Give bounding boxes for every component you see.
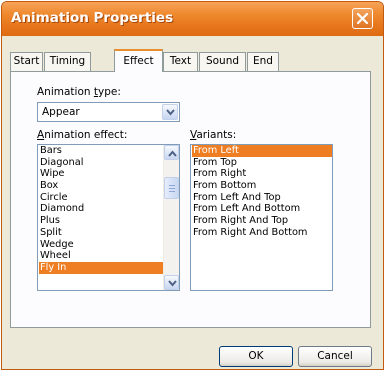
list-item[interactable]: Wedge xyxy=(39,239,164,251)
list-item[interactable]: From Bottom xyxy=(192,180,332,192)
title-bar[interactable]: Animation Properties xyxy=(2,2,383,36)
vertical-scrollbar[interactable] xyxy=(163,145,179,290)
scroll-up-button[interactable] xyxy=(164,145,179,160)
ok-button[interactable]: OK xyxy=(219,346,293,367)
variants-list[interactable]: From Left From Top From Right From Botto… xyxy=(190,144,333,291)
list-item[interactable]: From Right And Bottom xyxy=(192,227,332,239)
list-item[interactable]: Wheel xyxy=(39,250,164,262)
list-item[interactable]: Bars xyxy=(39,145,164,157)
scroll-down-button[interactable] xyxy=(164,275,179,290)
dropdown-button[interactable] xyxy=(162,104,178,120)
close-icon xyxy=(356,12,369,25)
animation-type-value: Appear xyxy=(42,106,80,118)
list-item[interactable]: Box xyxy=(39,180,164,192)
list-item[interactable]: Circle xyxy=(39,192,164,204)
chevron-down-icon xyxy=(168,280,177,287)
list-item[interactable]: Diagonal xyxy=(39,157,164,169)
tab-end[interactable]: End xyxy=(247,52,279,71)
cancel-button[interactable]: Cancel xyxy=(298,346,372,367)
tab-sound[interactable]: Sound xyxy=(199,52,246,71)
close-button[interactable] xyxy=(352,8,373,29)
list-item[interactable]: Plus xyxy=(39,215,164,227)
list-item[interactable]: From Top xyxy=(192,157,332,169)
list-item-selected[interactable]: From Left xyxy=(192,145,332,157)
animation-effect-label: Animation effect: xyxy=(37,129,128,141)
variants-label: Variants: xyxy=(190,129,237,141)
list-item[interactable]: Diamond xyxy=(39,203,164,215)
animation-type-dropdown[interactable]: Appear xyxy=(37,102,180,122)
list-item[interactable]: From Left And Top xyxy=(192,192,332,204)
list-item[interactable]: From Left And Bottom xyxy=(192,203,332,215)
animation-type-label: Animation type: xyxy=(37,86,121,98)
list-item[interactable]: From Right And Top xyxy=(192,215,332,227)
tab-text[interactable]: Text xyxy=(163,52,198,71)
animation-effect-list[interactable]: Bars Diagonal Wipe Box Circle Diamond Pl… xyxy=(37,144,180,291)
list-item[interactable]: From Right xyxy=(192,168,332,180)
tab-effect[interactable]: Effect xyxy=(114,49,163,72)
list-item[interactable]: Wipe xyxy=(39,168,164,180)
tab-start[interactable]: Start xyxy=(10,52,43,71)
tab-timing[interactable]: Timing xyxy=(44,52,91,71)
scroll-thumb[interactable] xyxy=(164,177,179,199)
window-title: Animation Properties xyxy=(11,10,174,26)
list-item-selected[interactable]: Fly In xyxy=(39,261,164,274)
chevron-down-icon xyxy=(166,109,175,116)
chevron-up-icon xyxy=(168,150,177,157)
list-item[interactable]: Split xyxy=(39,227,164,239)
